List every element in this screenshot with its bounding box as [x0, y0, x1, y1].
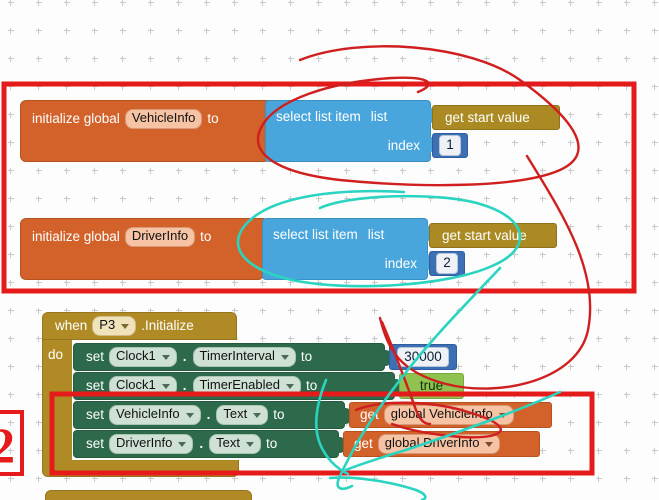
set-dot-separator: . [182, 378, 187, 394]
chevron-down-icon[interactable] [178, 441, 187, 447]
set-property-name: Text [223, 406, 248, 422]
block-set-vehicleinfo-text[interactable]: set VehicleInfo . Text to [73, 401, 345, 429]
chevron-down-icon[interactable] [121, 323, 130, 329]
event-component-field[interactable]: P3 [92, 316, 137, 336]
chevron-down-icon[interactable] [280, 354, 289, 360]
set-component-name: Clock1 [116, 348, 156, 364]
block-initialize-global-driverinfo[interactable]: initialize global DriverInfo to [20, 218, 264, 280]
get-global-name: global DriverInfo [384, 435, 480, 451]
block-number-index-vehicleinfo[interactable]: 1 [432, 133, 468, 158]
select-list-item-title-driver: select list item [273, 227, 358, 242]
set-to-label: to [300, 349, 313, 365]
event-component-name: P3 [99, 317, 116, 333]
set-keyword: set [86, 436, 105, 452]
get-global-field-driverinfo[interactable]: global DriverInfo [377, 434, 501, 454]
set-property-field-text-driver[interactable]: Text [209, 434, 261, 454]
set-keyword: set [86, 407, 105, 423]
set-component-field-clock1[interactable]: Clock1 [109, 347, 177, 367]
chevron-down-icon[interactable] [161, 354, 170, 360]
global-name-field-vehicleinfo[interactable]: VehicleInfo [124, 109, 203, 129]
block-select-list-item-vehicleinfo[interactable]: select list item list index [265, 100, 431, 162]
select-list-item-index-label-driver: index [384, 256, 417, 271]
block-partial-bottom[interactable] [45, 490, 252, 500]
set-component-name: Clock1 [116, 377, 156, 393]
get-start-value-label-driver: get start value [442, 227, 527, 243]
event-name-label: .Initialize [141, 318, 194, 334]
set-property-field-timerinterval[interactable]: TimerInterval [192, 347, 296, 367]
block-when-p3-initialize[interactable]: when P3 .Initialize [42, 312, 237, 340]
block-get-global-vehicleinfo[interactable]: get global VehicleInfo [349, 402, 552, 428]
set-component-name: DriverInfo [116, 435, 173, 451]
set-component-field-clock1-2[interactable]: Clock1 [109, 376, 177, 396]
set-to-label: to [305, 378, 318, 394]
number-value: 30000 [404, 348, 442, 364]
select-list-item-index-label: index [387, 138, 420, 153]
set-property-name: Text [216, 435, 240, 451]
block-set-clock1-timerenabled[interactable]: set Clock1 . TimerEnabled to [73, 372, 395, 400]
set-property-name: TimerEnabled [199, 377, 280, 393]
get-start-value-label: get start value [445, 109, 530, 125]
block-get-start-value-vehicleinfo[interactable]: get start value [432, 105, 560, 130]
set-keyword: set [86, 378, 105, 394]
number-value: 1 [446, 137, 454, 153]
chevron-down-icon[interactable] [485, 441, 494, 447]
set-property-name: TimerInterval [199, 348, 275, 364]
set-dot-separator: . [199, 436, 204, 452]
set-to-label: to [265, 436, 278, 452]
get-keyword: get [360, 407, 379, 423]
block-get-start-value-driverinfo[interactable]: get start value [429, 223, 557, 248]
set-property-field-timerenabled[interactable]: TimerEnabled [192, 376, 301, 396]
init-global-to-label: to [207, 111, 219, 127]
block-number-30000[interactable]: 30000 [389, 344, 457, 370]
get-global-name: global VehicleInfo [390, 406, 493, 422]
event-do-label: do [48, 347, 64, 363]
block-initialize-global-vehicleinfo[interactable]: initialize global VehicleInfo to [20, 100, 270, 162]
global-name-text: VehicleInfo [131, 110, 196, 126]
init-global-to-label-driver: to [200, 229, 212, 245]
init-global-keyword: initialize global [32, 111, 120, 127]
set-dot-separator: . [182, 349, 187, 365]
global-name-field-driverinfo[interactable]: DriverInfo [124, 227, 196, 247]
init-global-keyword-driver: initialize global [32, 229, 120, 245]
block-number-index-driverinfo[interactable]: 2 [429, 251, 465, 276]
event-do-label-wrap: do [48, 344, 74, 366]
chevron-down-icon[interactable] [185, 412, 194, 418]
block-logic-true[interactable]: true [399, 373, 464, 399]
number-field-timerinterval[interactable]: 30000 [397, 346, 449, 368]
block-select-list-item-driverinfo[interactable]: select list item list index [262, 218, 428, 280]
set-component-field-driverinfo[interactable]: DriverInfo [109, 434, 194, 454]
block-get-global-driverinfo[interactable]: get global DriverInfo [343, 431, 540, 457]
chevron-down-icon[interactable] [253, 412, 262, 418]
blocks-canvas[interactable]: initialize global VehicleInfo to select … [0, 0, 659, 500]
select-list-item-title: select list item [276, 109, 361, 124]
event-when-label: when [55, 318, 88, 334]
set-keyword: set [86, 349, 105, 365]
set-dot-separator: . [206, 407, 211, 423]
set-component-field-vehicleinfo[interactable]: VehicleInfo [109, 405, 201, 425]
number-field-index-driverinfo[interactable]: 2 [436, 253, 458, 274]
get-keyword: get [354, 436, 373, 452]
chevron-down-icon[interactable] [245, 441, 254, 447]
global-name-text: DriverInfo [131, 228, 189, 244]
block-set-clock1-timerinterval[interactable]: set Clock1 . TimerInterval to [73, 343, 385, 371]
select-list-item-list-label: list [370, 109, 388, 124]
number-value: 2 [443, 255, 451, 271]
block-set-driverinfo-text[interactable]: set DriverInfo . Text to [73, 430, 339, 458]
logic-true-label: true [419, 378, 444, 394]
select-list-item-list-label-driver: list [367, 227, 385, 242]
chevron-down-icon[interactable] [161, 383, 170, 389]
chevron-down-icon[interactable] [498, 412, 507, 418]
set-to-label: to [273, 407, 285, 423]
set-component-name: VehicleInfo [116, 406, 180, 422]
set-property-field-text-vehicle[interactable]: Text [216, 405, 269, 425]
socket-notch-driverinfo [250, 226, 260, 242]
blocks-layer: initialize global VehicleInfo to select … [0, 0, 659, 500]
chevron-down-icon[interactable] [285, 383, 294, 389]
get-global-field-vehicleinfo[interactable]: global VehicleInfo [383, 405, 514, 425]
number-field-index-vehicleinfo[interactable]: 1 [439, 135, 461, 156]
